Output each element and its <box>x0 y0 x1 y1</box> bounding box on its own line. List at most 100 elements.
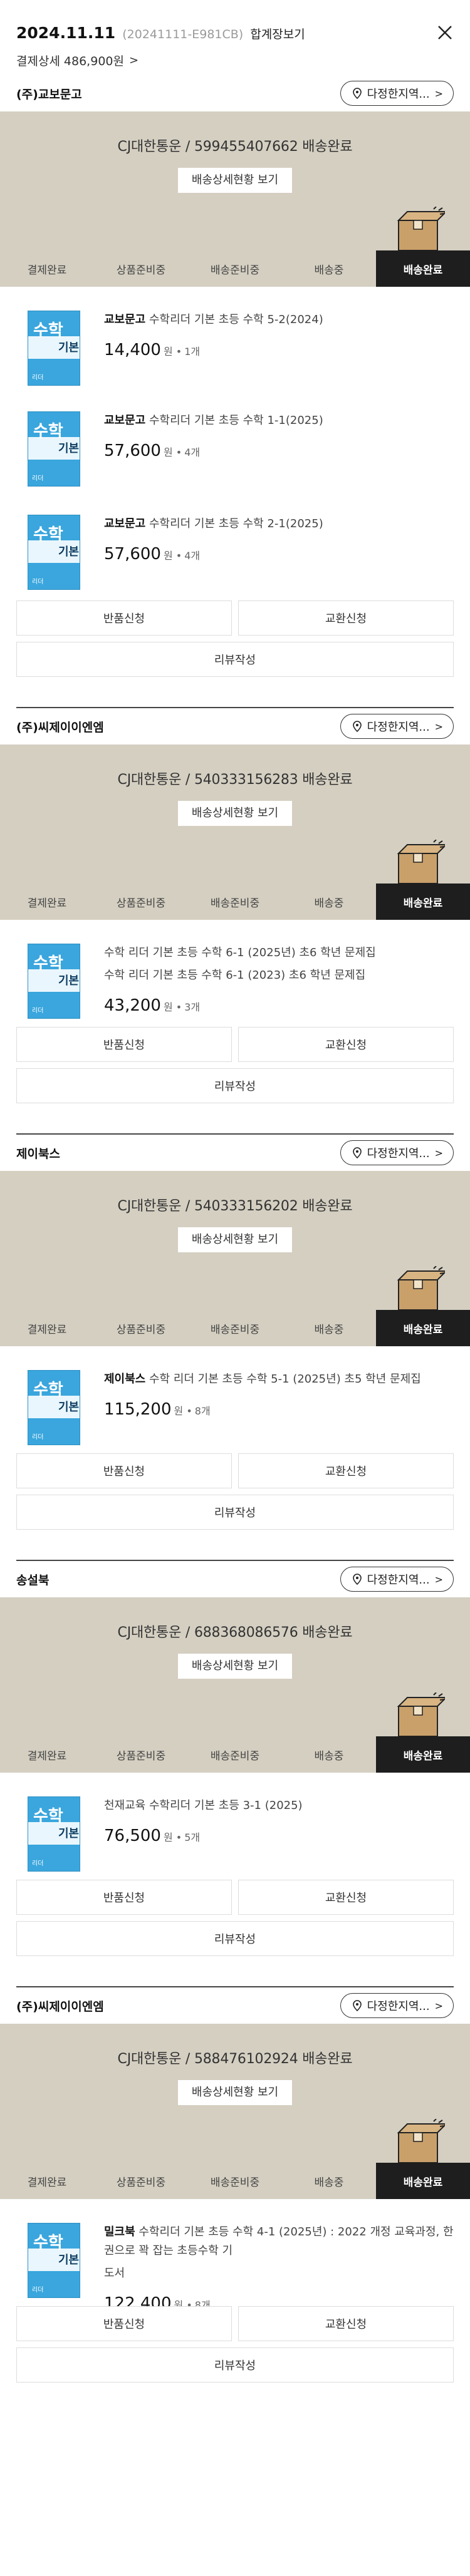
currency-qty-sep: 원 • <box>163 1832 182 1843</box>
exchange-button[interactable]: 교환신청 <box>238 600 454 636</box>
progress-step: 배송중 <box>314 897 344 910</box>
seller-store-button[interactable]: 다정한지역... > <box>340 81 454 106</box>
section-header: (주)씨제이이엔엠 다정한지역... > <box>0 1987 470 2024</box>
book-cover-image: 수학 기본 리더 <box>28 1796 80 1872</box>
progress-step: 결제완료 <box>27 264 67 277</box>
price-unit: 원 • 1개 <box>164 346 200 358</box>
shipping-status-box: CJ대한통운 / 540333156283 배송완료배송상세현황 보기 <box>0 744 470 884</box>
product-title[interactable]: 제이북스 수학 리더 기본 초등 수학 5-1 (2025년) 초5 학년 문제… <box>104 1370 454 1389</box>
summary-link[interactable]: 합계장보기 <box>250 28 305 41</box>
book-cover-image: 수학 기본 리더 <box>28 411 80 487</box>
shipping-detail-button[interactable]: 배송상세현황 보기 <box>177 1654 293 1679</box>
product-title[interactable]: 교보문고 수학리더 기본 초등 수학 1-1(2025) <box>104 411 454 430</box>
quantity: 3개 <box>184 1001 201 1013</box>
cover-subtitle: 기본 <box>58 2254 80 2267</box>
product-title[interactable]: 밀크북 수학리더 기본 초등 수학 4-1 (2025년) : 2022 개정 … <box>104 2223 454 2260</box>
progress-step: 배송준비중 <box>210 897 260 910</box>
book-cover-image: 수학 기본 리더 <box>28 311 80 386</box>
product-price: 57,600 원 • 4개 <box>104 441 454 460</box>
seller-name: 제이북스 <box>16 1146 60 1161</box>
delivered-box-icon <box>397 1692 445 1736</box>
carrier-tracking: CJ대한통운 / 599455407662 배송완료 <box>117 139 353 155</box>
book-cover-image: 수학 기본 리더 <box>28 2223 80 2298</box>
progress-steps: 결제완료 상품준비중 배송준비중 배송중 배송완료 <box>0 2163 470 2199</box>
product-thumbnail[interactable]: 수학 기본 리더 <box>24 411 84 490</box>
progress-step: 배송완료 <box>376 1736 470 1773</box>
return-button[interactable]: 반품신청 <box>16 1453 232 1488</box>
chevron-right-icon: > <box>128 54 139 67</box>
product-thumbnail[interactable]: 수학 기본 리더 <box>24 1796 84 1875</box>
progress-step: 배송완료 <box>376 250 470 287</box>
review-button[interactable]: 리뷰작성 <box>16 642 454 677</box>
close-icon[interactable] <box>436 24 454 41</box>
currency-qty-sep: 원 • <box>174 1405 192 1417</box>
cover-brand: 리더 <box>32 1007 44 1014</box>
seller-store-button[interactable]: 다정한지역... > <box>340 714 454 739</box>
review-button[interactable]: 리뷰작성 <box>16 1921 454 1956</box>
seller-button-label: 다정한지역... <box>367 88 430 101</box>
cover-brand: 리더 <box>32 374 44 381</box>
order-header: 2024.11.11 (20241111-E981CB) 합계장보기 결제상세 … <box>0 0 470 75</box>
shipping-detail-button[interactable]: 배송상세현황 보기 <box>177 168 293 193</box>
progress-step: 배송완료 <box>376 884 470 920</box>
product-thumbnail[interactable]: 수학 기본 리더 <box>24 2223 84 2302</box>
product-thumbnail[interactable]: 수학 기본 리더 <box>24 1370 84 1449</box>
exchange-button[interactable]: 교환신청 <box>238 1453 454 1488</box>
product-brand: 교보문고 <box>104 517 146 530</box>
review-button[interactable]: 리뷰작성 <box>16 1068 454 1103</box>
return-button[interactable]: 반품신청 <box>16 600 232 636</box>
book-cover-image: 수학 기본 리더 <box>28 944 80 1019</box>
carrier-tracking: CJ대한통운 / 540333156283 배송완료 <box>117 772 353 788</box>
product-title[interactable]: 교보문고 수학리더 기본 초등 수학 5-2(2024) <box>104 311 454 329</box>
exchange-button[interactable]: 교환신청 <box>238 1880 454 1915</box>
product-info: 교보문고 수학리더 기본 초등 수학 2-1(2025) 57,600 원 • 4개 <box>104 515 454 597</box>
action-row: 반품신청 교환신청 <box>0 600 470 636</box>
product-title[interactable]: 수학 리더 기본 초등 수학 6-1 (2025년) 초6 학년 문제집 <box>104 944 454 962</box>
payment-detail-link[interactable]: 결제상세 486,900원 > <box>16 52 454 69</box>
return-button[interactable]: 반품신청 <box>16 1880 232 1915</box>
quantity: 4개 <box>184 550 201 562</box>
location-pin-icon <box>352 721 362 733</box>
product-brand: 교보문고 <box>104 414 146 427</box>
review-button[interactable]: 리뷰작성 <box>16 2347 454 2383</box>
shipping-detail-button[interactable]: 배송상세현황 보기 <box>177 1227 293 1252</box>
review-button[interactable]: 리뷰작성 <box>16 1495 454 1530</box>
cover-brand: 리더 <box>32 1860 44 1867</box>
price-unit: 원 • 5개 <box>164 1832 200 1843</box>
carrier-tracking: CJ대한통운 / 540333156202 배송완료 <box>117 1198 353 1214</box>
seller-store-button[interactable]: 다정한지역... > <box>340 1567 454 1592</box>
order-title-line: 2024.11.11 (20241111-E981CB) 합계장보기 <box>16 24 454 42</box>
price-value: 43,200 <box>104 996 161 1015</box>
list-item: 수학 기본 리더 천재교육 수학리더 기본 초등 3-1 (2025) 76,500 원 … <box>16 1773 454 1876</box>
book-cover-image: 수학 기본 리더 <box>28 1370 80 1445</box>
price-value: 57,600 <box>104 441 161 460</box>
shipment-section: (주)씨제이이엔엠 다정한지역... > CJ대한통운 / 540333156283 … <box>0 708 470 1135</box>
delivered-box-icon <box>397 207 445 250</box>
product-title[interactable]: 교보문고 수학리더 기본 초등 수학 2-1(2025) <box>104 515 454 533</box>
return-button[interactable]: 반품신청 <box>16 2306 232 2341</box>
progress-step: 결제완료 <box>27 897 67 910</box>
shipment-section: 송설북 다정한지역... > CJ대한통운 / 688368086576 배송완료 배송… <box>0 1561 470 1987</box>
seller-name: (주)교보문고 <box>16 87 82 101</box>
shipment-section: 제이북스 다정한지역... > CJ대한통운 / 540333156202 배송완료배… <box>0 1135 470 1561</box>
section-header: 송설북 다정한지역... > <box>0 1561 470 1597</box>
product-thumbnail[interactable]: 수학 기본 리더 <box>24 311 84 389</box>
seller-name: 송설북 <box>16 1573 50 1587</box>
product-thumbnail[interactable]: 수학 기본 리더 <box>24 944 84 1023</box>
product-thumbnail[interactable]: 수학 기본 리더 <box>24 515 84 594</box>
product-title[interactable]: 천재교육 수학리더 기본 초등 3-1 (2025) <box>104 1796 454 1815</box>
exchange-button[interactable]: 교환신청 <box>238 1027 454 1062</box>
seller-store-button[interactable]: 다정한지역... > <box>340 1993 454 2018</box>
list-item: 수학 기본 리더 밀크북 수학리더 기본 초등 수학 4-1 (2025년) : 20… <box>16 2199 454 2313</box>
list-item: 수학 기본 리더 교보문고 수학리더 기본 초등 수학 5-2(2024) 14,400… <box>16 287 454 390</box>
seller-store-button[interactable]: 다정한지역... > <box>340 1140 454 1165</box>
shipping-detail-button[interactable]: 배송상세현황 보기 <box>177 801 293 826</box>
progress-steps: 결제완료 상품준비중 배송준비중 배송중 배송완료 <box>0 250 470 287</box>
shipping-detail-button[interactable]: 배송상세현황 보기 <box>177 2080 293 2105</box>
return-button[interactable]: 반품신청 <box>16 1027 232 1062</box>
action-row: 반품신청 교환신청 <box>0 1453 470 1488</box>
progress-step: 상품준비중 <box>116 1749 166 1763</box>
carrier-tracking: CJ대한통운 / 588476102924 배송완료 <box>117 2051 353 2067</box>
progress-step: 배송중 <box>314 2176 344 2189</box>
exchange-button[interactable]: 교환신청 <box>238 2306 454 2341</box>
